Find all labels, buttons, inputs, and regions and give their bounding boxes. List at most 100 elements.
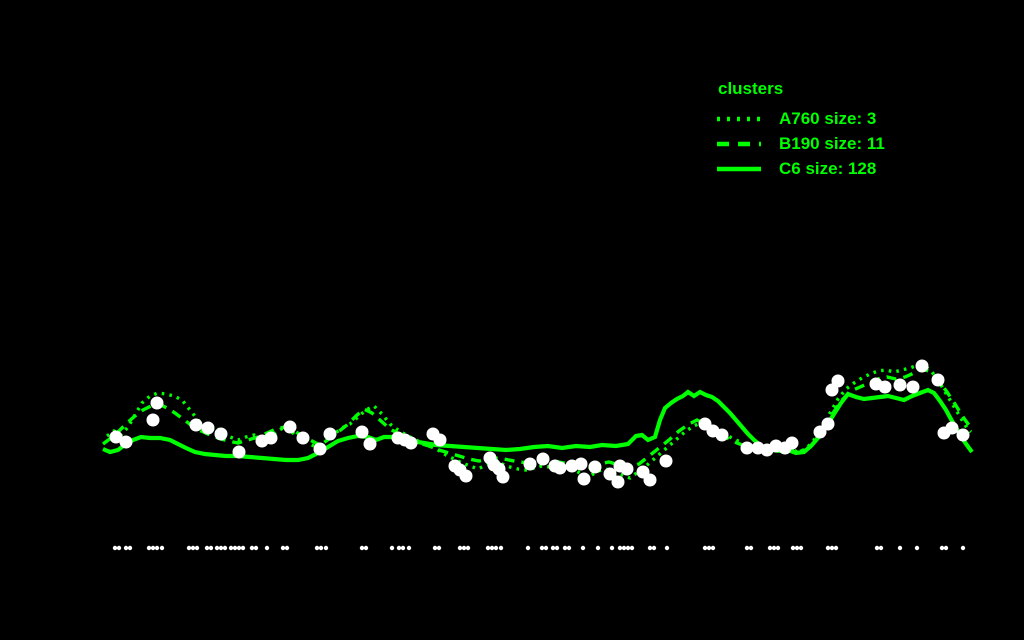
rug-dot (748, 545, 754, 551)
rug-dot (465, 545, 471, 551)
rug-dot (617, 545, 623, 551)
legend-item-label: B190 size: 11 (779, 133, 885, 153)
chart-canvas: clusters A760 size: 3 B190 size: 11 C6 s… (0, 0, 1024, 640)
rug-dot (146, 545, 152, 551)
data-point (523, 457, 537, 471)
data-point (643, 473, 657, 487)
rug-dot (706, 545, 712, 551)
rug-dot (550, 545, 556, 551)
data-point (715, 428, 729, 442)
rug-dot (897, 545, 903, 551)
rug-dot (775, 545, 781, 551)
rug-dot (214, 545, 220, 551)
rug-dot (123, 545, 129, 551)
rug-dot (406, 545, 412, 551)
data-point (577, 472, 591, 486)
rug-dot (218, 545, 224, 551)
rug-dot (236, 545, 242, 551)
rug-dot (554, 545, 560, 551)
rug-dot (825, 545, 831, 551)
data-point (915, 359, 929, 373)
rug-dot (359, 545, 365, 551)
rug-dot (461, 545, 467, 551)
legend-item-solid: C6 size: 128 (716, 156, 885, 181)
rug-dot (798, 545, 804, 551)
rug-dot (914, 545, 920, 551)
data-point (588, 460, 602, 474)
data-point (906, 380, 920, 394)
rug-dot (566, 545, 572, 551)
data-point (296, 431, 310, 445)
rug-dot (794, 545, 800, 551)
rug-dot (228, 545, 234, 551)
rug-dot (249, 545, 255, 551)
rug-dot (112, 545, 118, 551)
legend-item-dashed: B190 size: 11 (716, 131, 885, 156)
rug-dot (609, 545, 615, 551)
rug-dot (116, 545, 122, 551)
rug-dot (318, 545, 324, 551)
rug-dot (264, 545, 270, 551)
rug-dot (647, 545, 653, 551)
rug-dot (543, 545, 549, 551)
data-point (232, 445, 246, 459)
data-point (785, 436, 799, 450)
rug-dot (127, 545, 133, 551)
rug-dot (939, 545, 945, 551)
rug-dot (621, 545, 627, 551)
legend-title: clusters (718, 79, 784, 98)
rug-dot (651, 545, 657, 551)
data-point (496, 470, 510, 484)
data-point (201, 421, 215, 435)
data-point (821, 417, 835, 431)
rug-dot (829, 545, 835, 551)
data-point (659, 454, 673, 468)
rug-dot (150, 545, 156, 551)
data-point (313, 442, 327, 456)
rug-dot (943, 545, 949, 551)
rug-dot (874, 545, 880, 551)
rug-dot (400, 545, 406, 551)
legend-key-dashed-line (717, 141, 761, 146)
data-point (283, 420, 297, 434)
rug-dot (232, 545, 238, 551)
data-point (150, 396, 164, 410)
data-point (363, 437, 377, 451)
rug-dot (539, 545, 545, 551)
data-point (574, 457, 588, 471)
rug-dot (493, 545, 499, 551)
rug-dot (489, 545, 495, 551)
data-point (536, 452, 550, 466)
data-point (404, 436, 418, 450)
legend-key-solid-line (717, 166, 761, 171)
data-point (323, 427, 337, 441)
rug-dot (194, 545, 200, 551)
rug-dot (253, 545, 259, 551)
data-point (931, 373, 945, 387)
legend-item-label: C6 size: 128 (779, 158, 877, 178)
data-point (264, 431, 278, 445)
rug-dot (240, 545, 246, 551)
rug-dot (664, 545, 670, 551)
legend-key-dotted-line (717, 116, 761, 121)
rug-dot (389, 545, 395, 551)
rug-dot (186, 545, 192, 551)
data-point (355, 425, 369, 439)
rug-dot (625, 545, 631, 551)
rug-dot (878, 545, 884, 551)
rug-dot (159, 545, 165, 551)
rug-dot (284, 545, 290, 551)
data-point (611, 475, 625, 489)
rug-dot (498, 545, 504, 551)
data-point (214, 427, 228, 441)
rug-dot (323, 545, 329, 551)
rug-dot (436, 545, 442, 551)
data-point (945, 421, 959, 435)
legend-item-label: A760 size: 3 (779, 108, 877, 128)
rug-points (112, 545, 966, 551)
rug-dot (833, 545, 839, 551)
rug-dot (396, 545, 402, 551)
data-point (146, 413, 160, 427)
legend: clusters A760 size: 3 B190 size: 11 C6 s… (716, 79, 885, 181)
rug-dot (190, 545, 196, 551)
